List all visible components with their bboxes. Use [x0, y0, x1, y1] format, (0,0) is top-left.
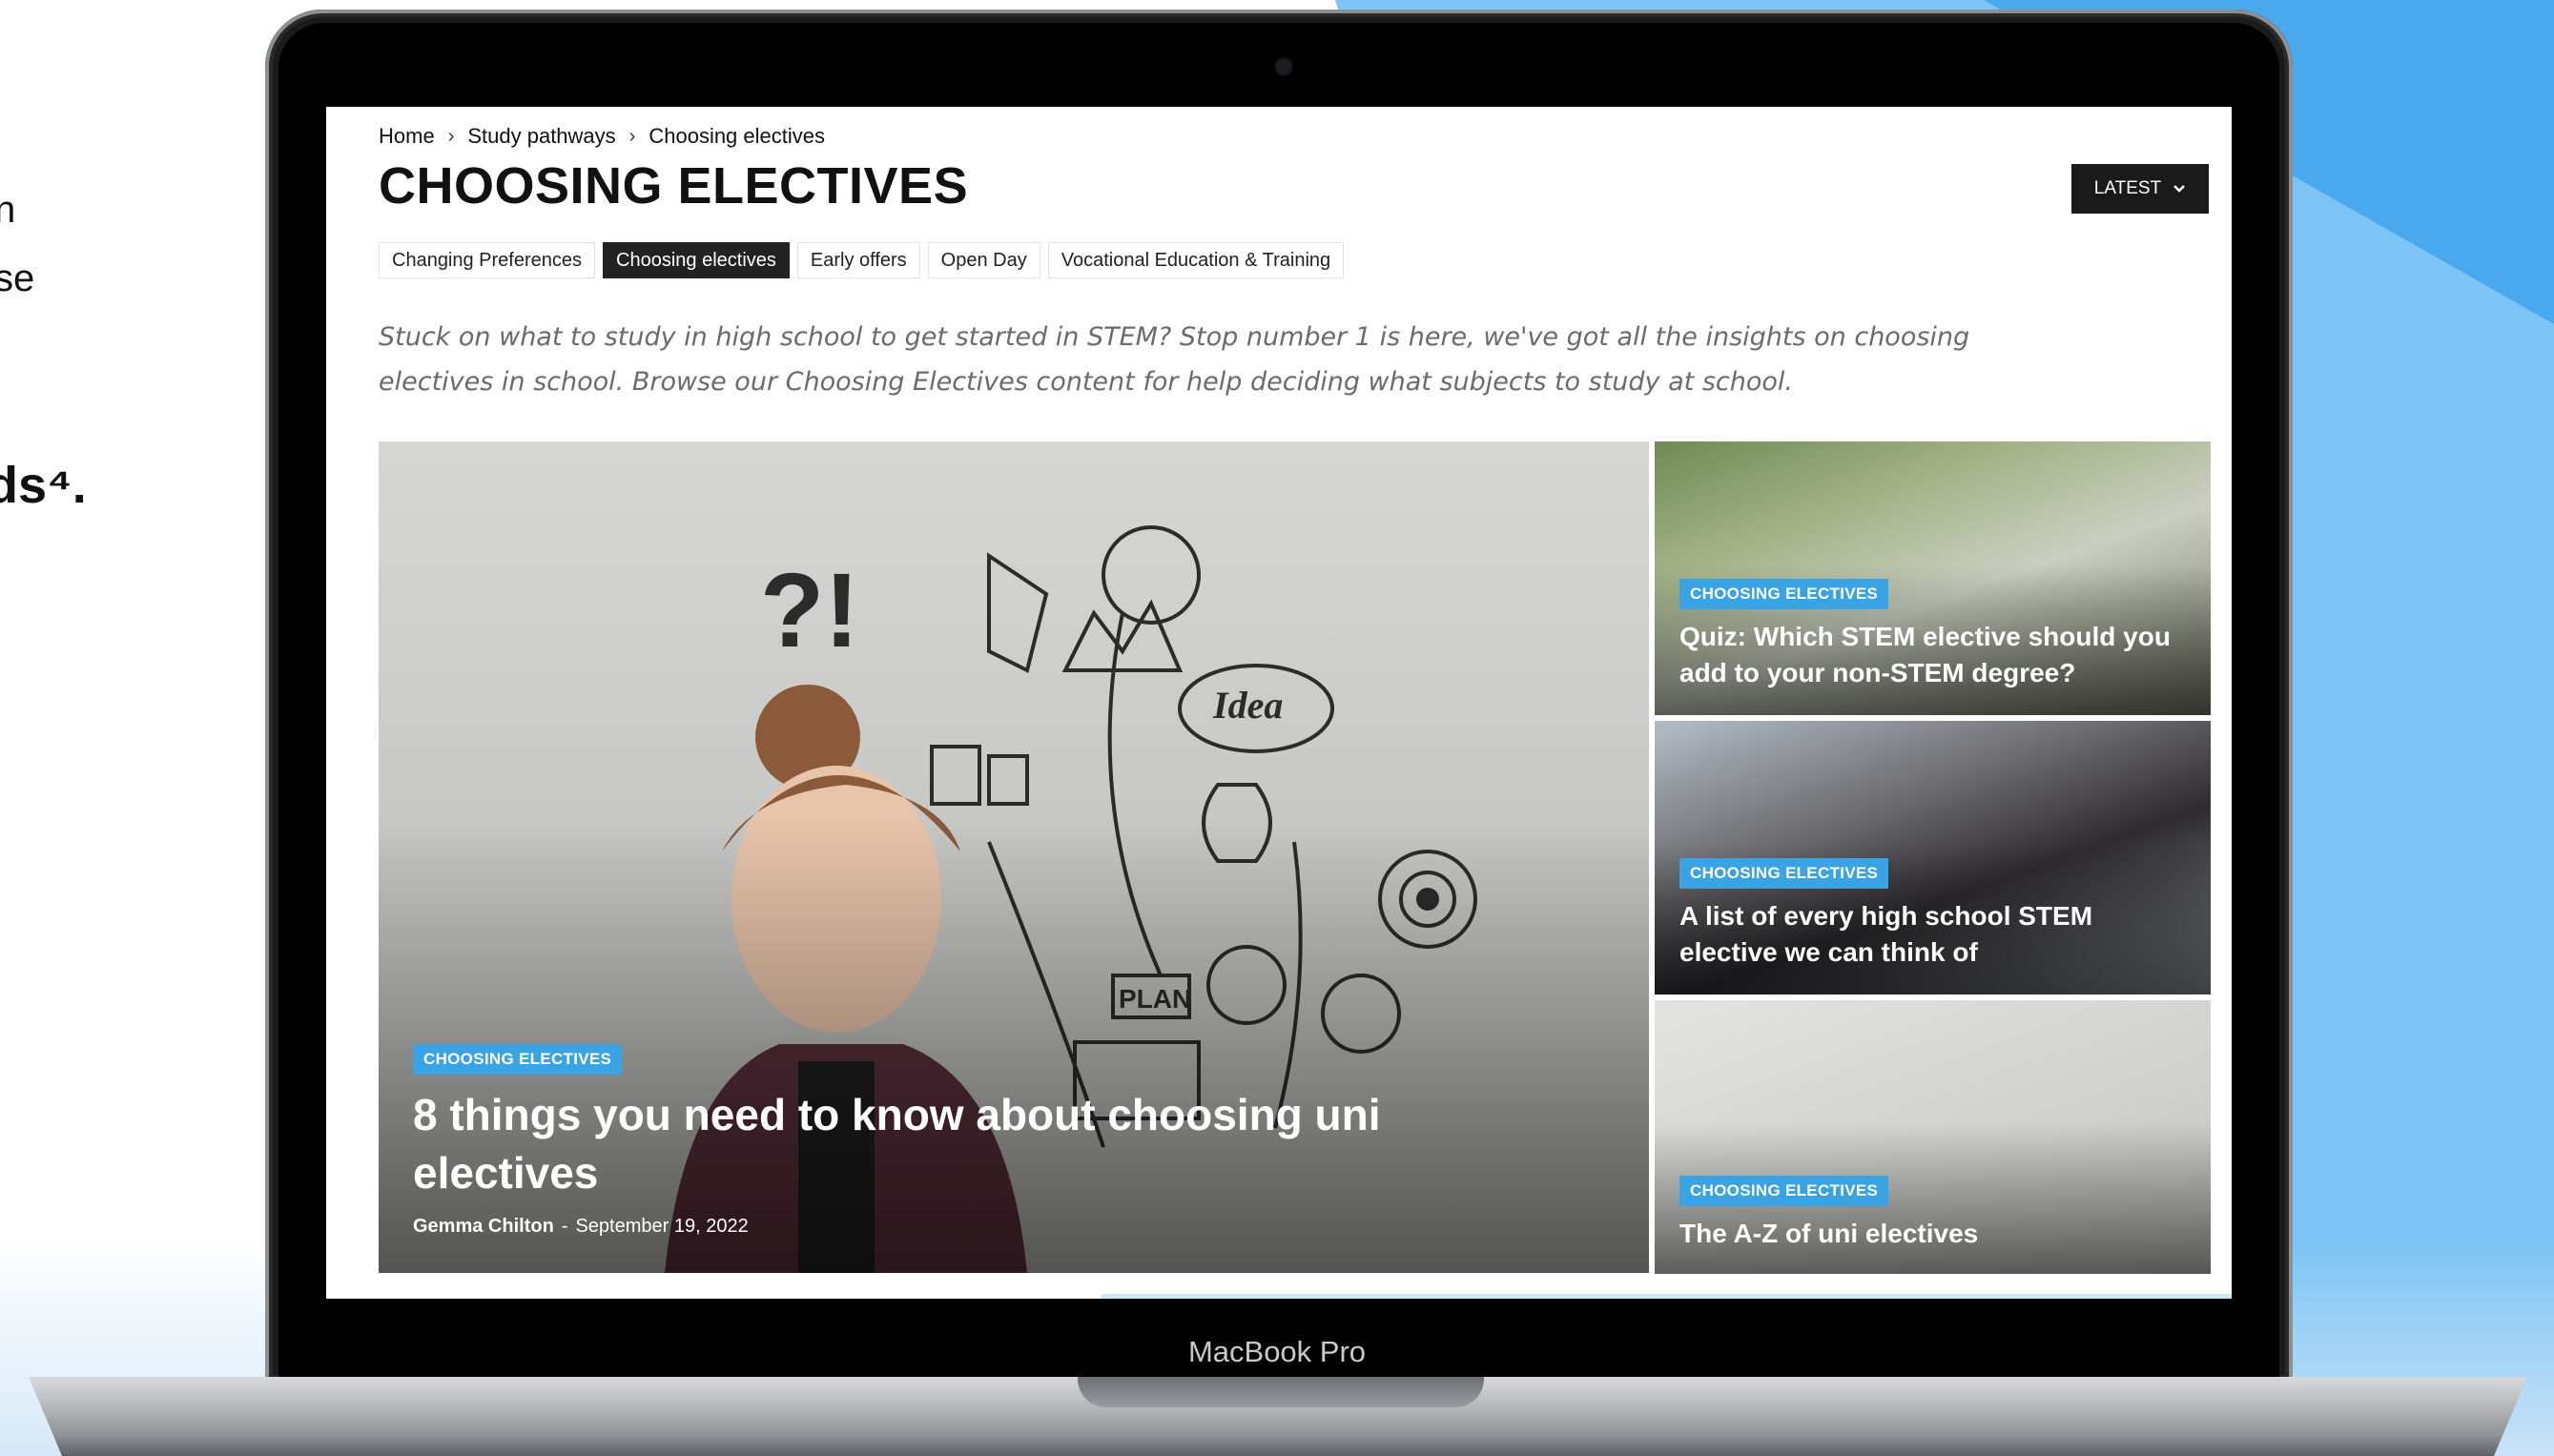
side-article-2-badge[interactable]: CHOOSING ELECTIVES [1679, 858, 1889, 889]
breadcrumb-home-link[interactable]: Home [379, 124, 435, 149]
laptop-notch [1078, 1377, 1484, 1407]
featured-category-badge[interactable]: CHOOSING ELECTIVES [413, 1044, 623, 1075]
breadcrumb-study-pathways-link[interactable]: Study pathways [467, 124, 615, 149]
page-description: Stuck on what to study in high school to… [379, 322, 1970, 397]
side-article-card-2[interactable]: CHOOSING ELECTIVES A list of every high … [1655, 721, 2211, 995]
left-text-line-3: ds⁴. [0, 457, 87, 514]
laptop-screen: Home › Study pathways › Choosing electiv… [326, 107, 2232, 1299]
side-article-3-title[interactable]: The A-Z of uni electives [1679, 1216, 2194, 1252]
page-title: CHOOSING ELECTIVES [379, 157, 969, 215]
tag-early-offers[interactable]: Early offers [796, 242, 920, 278]
side-article-3-badge[interactable]: CHOOSING ELECTIVES [1679, 1176, 1889, 1206]
page-progress-line [1102, 1294, 2232, 1299]
meta-separator: - [561, 1216, 568, 1237]
left-text-line-2: se [0, 257, 35, 299]
breadcrumb-separator: › [628, 125, 636, 147]
featured-article-title[interactable]: 8 things you need to know about choosing… [413, 1086, 1462, 1202]
side-article-2-title[interactable]: A list of every high school STEM electiv… [1679, 898, 2194, 971]
sort-latest-label: LATEST [2093, 178, 2162, 198]
category-filter-tags: Changing Preferences Choosing electives … [379, 242, 1345, 278]
featured-article-card[interactable]: ?! Idea PLAN [379, 441, 1649, 1273]
left-text-line-1: n [0, 189, 16, 231]
tag-vocational-education[interactable]: Vocational Education & Training [1047, 242, 1345, 278]
side-article-1-badge[interactable]: CHOOSING ELECTIVES [1679, 579, 1889, 609]
svg-text:?!: ?! [760, 552, 859, 669]
featured-date: September 19, 2022 [575, 1216, 749, 1237]
tag-open-day[interactable]: Open Day [927, 242, 1040, 278]
svg-text:Idea: Idea [1212, 684, 1283, 727]
tag-changing-preferences[interactable]: Changing Preferences [379, 242, 596, 278]
breadcrumb: Home › Study pathways › Choosing electiv… [379, 124, 825, 149]
side-article-card-3[interactable]: CHOOSING ELECTIVES The A-Z of uni electi… [1655, 1000, 2211, 1274]
sort-latest-button[interactable]: LATEST [2071, 164, 2209, 214]
side-article-1-title[interactable]: Quiz: Which STEM elective should you add… [1679, 619, 2194, 691]
camera-icon [1274, 57, 1293, 76]
chevron-down-icon [2173, 185, 2186, 193]
side-article-card-1[interactable]: CHOOSING ELECTIVES Quiz: Which STEM elec… [1655, 441, 2211, 715]
tag-choosing-electives[interactable]: Choosing electives [603, 242, 790, 278]
device-label: MacBook Pro [1187, 1335, 1367, 1368]
breadcrumb-separator: › [447, 125, 455, 147]
breadcrumb-current: Choosing electives [649, 124, 826, 148]
featured-author[interactable]: Gemma Chilton [413, 1216, 554, 1238]
featured-meta: Gemma Chilton - September 19, 2022 [413, 1216, 749, 1238]
